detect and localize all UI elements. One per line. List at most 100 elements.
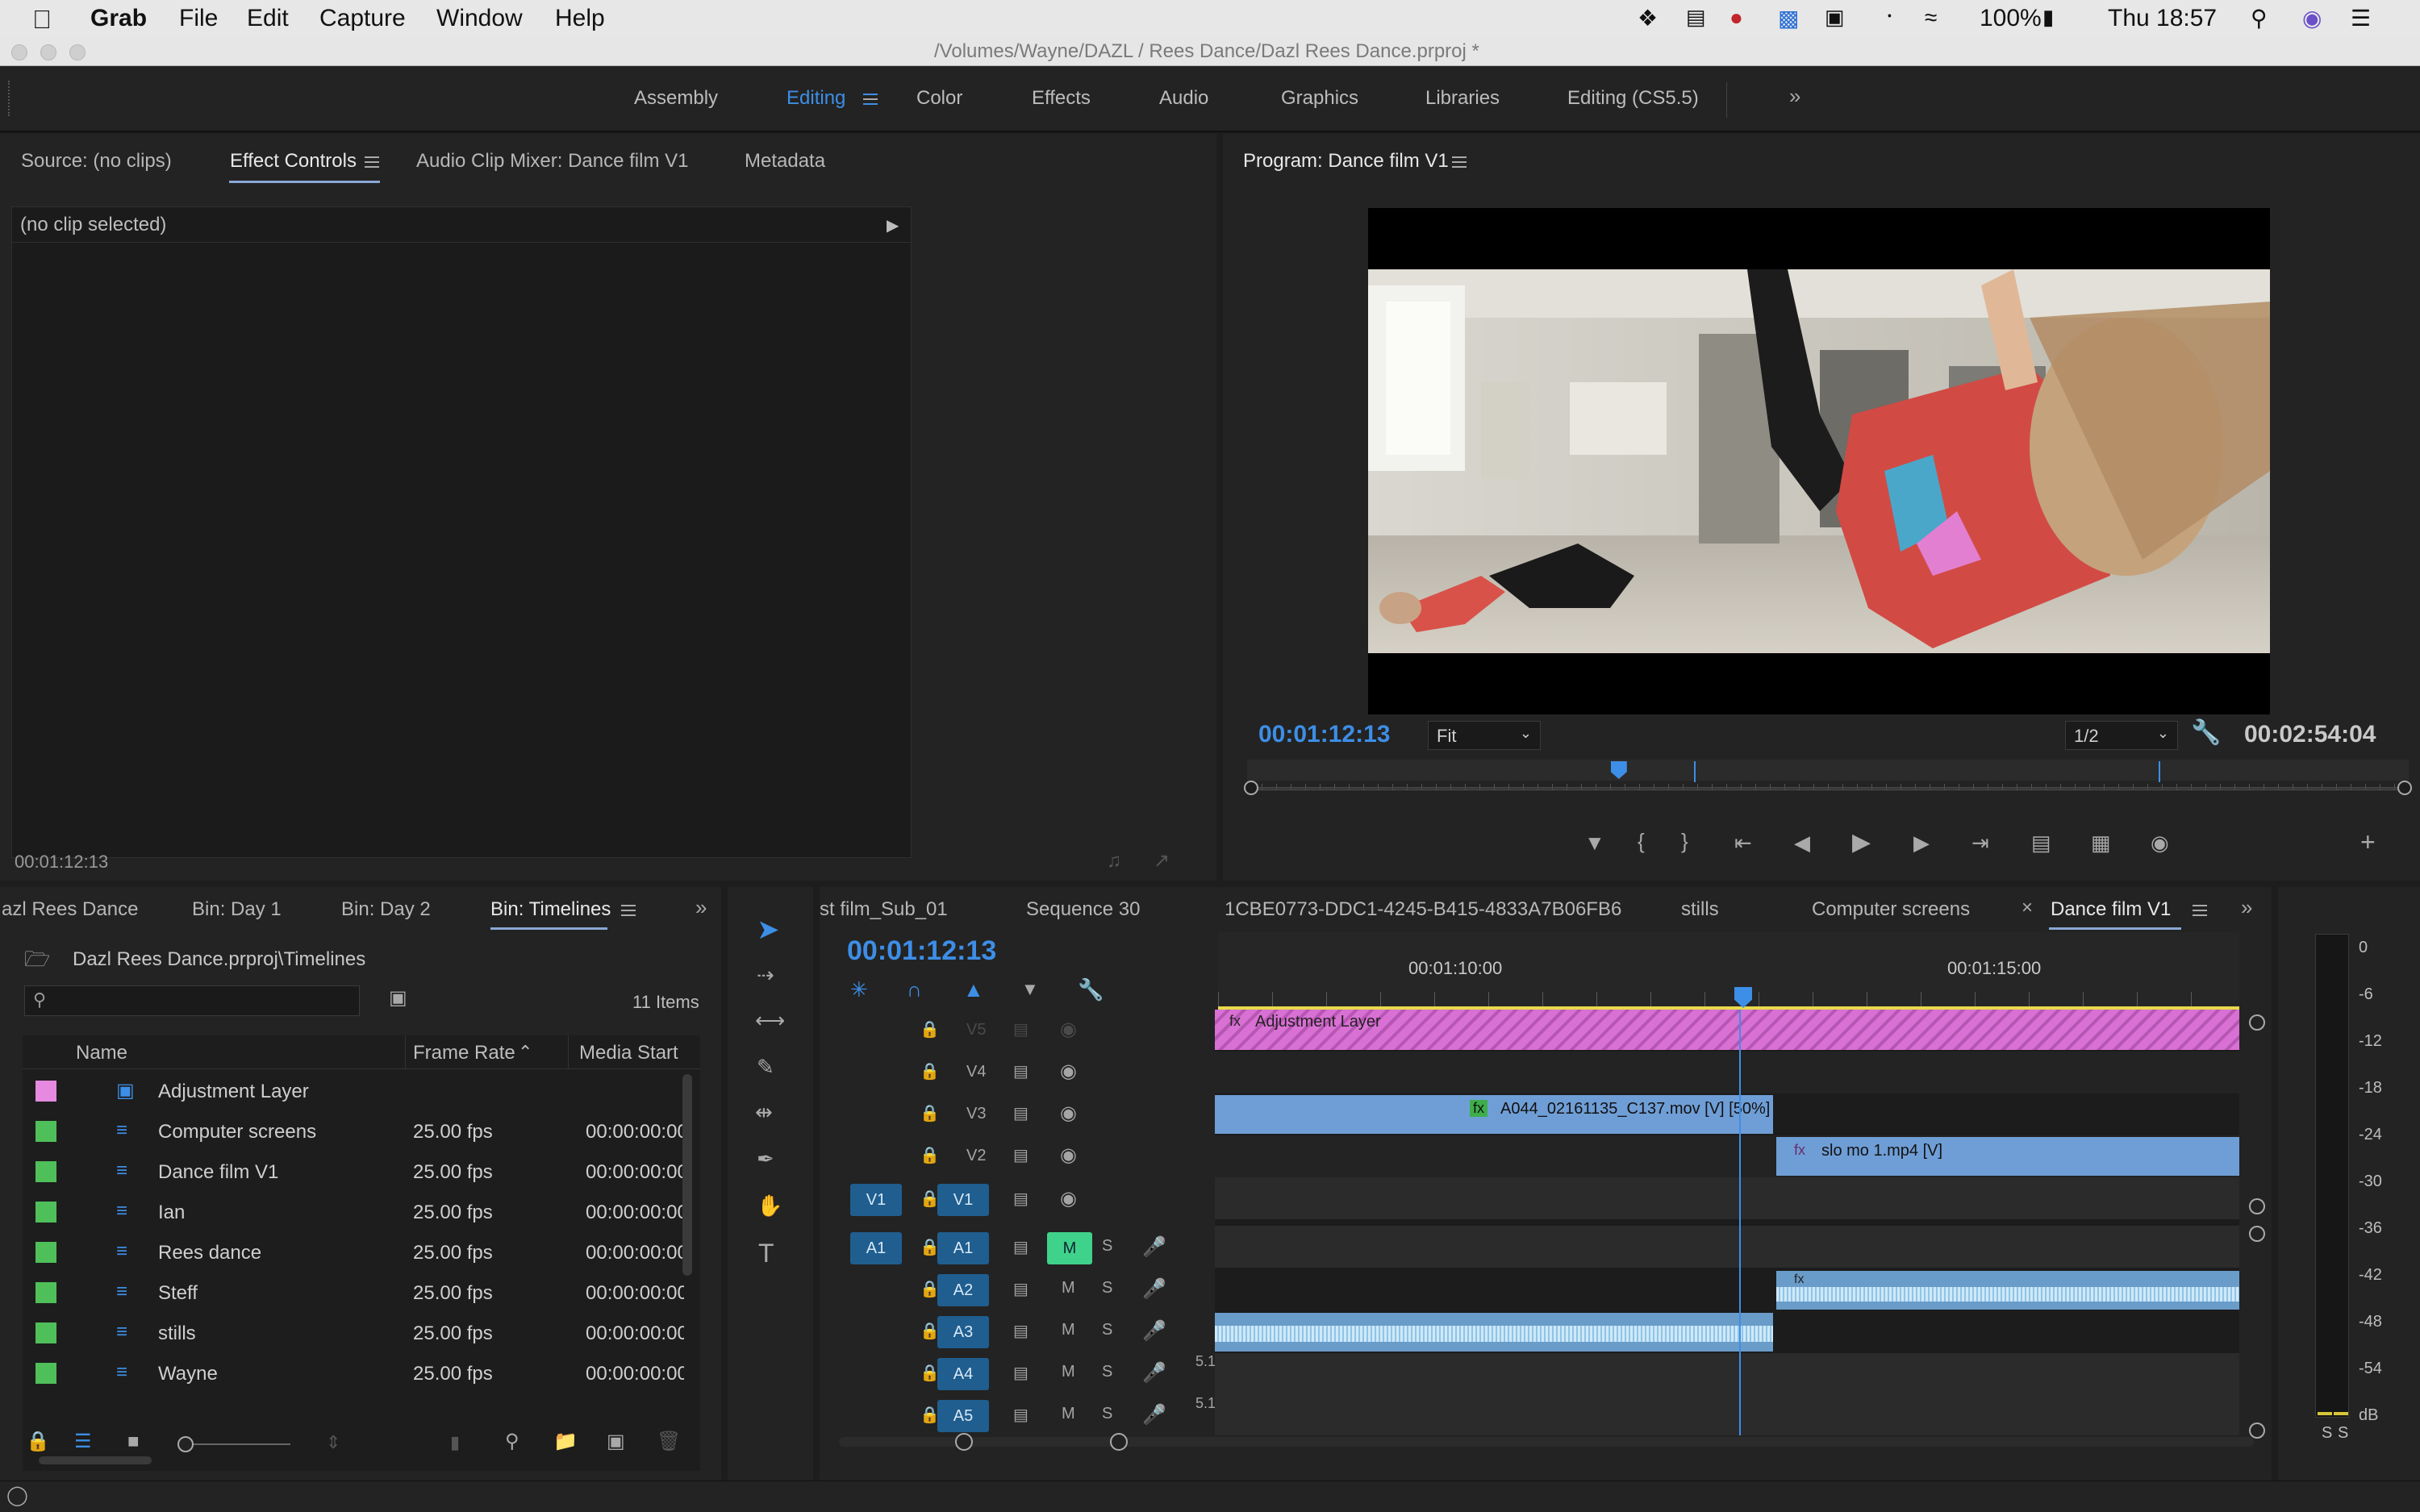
tab-sequence-sub01[interactable]: st film_Sub_01 (820, 898, 948, 921)
panel-grip[interactable] (8, 81, 11, 116)
lock-icon[interactable]: 🔒 (26, 1432, 50, 1452)
creative-cloud-icon[interactable]: ● (1729, 5, 1743, 31)
source-patch-a1[interactable]: A1 (850, 1232, 902, 1264)
solo-button[interactable]: S (1102, 1321, 1112, 1339)
sort-ascending-icon[interactable]: ⌃ (518, 1042, 532, 1063)
label-color-swatch[interactable] (35, 1363, 56, 1384)
clip-v2-slo-mo[interactable]: fx slo mo 1.mp4 [V] (1776, 1137, 2239, 1176)
mute-button[interactable]: M (1062, 1279, 1075, 1297)
track-lanes[interactable]: fx Adjustment Layer fx A044_02161135_C13… (1215, 1010, 2239, 1435)
selection-tool-icon[interactable]: ➤ (757, 916, 780, 943)
bin-list-item[interactable]: ≡ Ian 25.00 fps 00:00:00:00 (23, 1192, 684, 1232)
find-icon[interactable]: ⚲ (505, 1432, 519, 1452)
track-target-a1[interactable]: A1 (937, 1232, 989, 1264)
scroll-handle-right[interactable] (1110, 1433, 1128, 1451)
label-color-swatch[interactable] (35, 1202, 56, 1223)
bin-list-item[interactable]: ≡ Computer screens 25.00 fps 00:00:00:00 (23, 1111, 684, 1152)
new-item-icon[interactable]: ▣ (607, 1432, 625, 1452)
mark-in-icon[interactable]: { (1638, 831, 1645, 852)
sync-lock-icon[interactable]: ▤ (1013, 1019, 1028, 1039)
pen-tool-icon[interactable]: ✒ (757, 1148, 774, 1169)
program-monitor-title[interactable]: Program: Dance film V1 (1243, 150, 1449, 173)
scroll-handle-left[interactable] (955, 1433, 973, 1451)
thumbnail-zoom-slider[interactable] (177, 1436, 290, 1452)
navigate-up-folder-icon[interactable]: 🗁 (24, 948, 50, 969)
play-button[interactable]: ▶ (1852, 831, 1871, 855)
bin-list-item[interactable]: ≡ Rees dance 25.00 fps 00:00:00:00 (23, 1232, 684, 1272)
clip-adjustment-layer[interactable]: fx Adjustment Layer (1215, 1010, 2239, 1050)
button-editor-plus-icon[interactable]: + (2360, 829, 2376, 855)
clip-a2-audio[interactable]: fx (1776, 1271, 2239, 1310)
program-time-ruler[interactable] (1244, 760, 2412, 800)
bin-vertical-scrollbar[interactable] (682, 1074, 692, 1276)
sync-lock-icon[interactable]: ▤ (1013, 1321, 1028, 1341)
zoom-level-select[interactable]: Fit ⌄ (1428, 721, 1541, 750)
spotlight-search-icon[interactable]: ⚲ (2251, 5, 2268, 31)
timeline-playhead-line[interactable] (1739, 1010, 1741, 1435)
tab-sequence-guid[interactable]: 1CBE0773-DDC1-4245-B415-4833A7B06FB6 (1225, 898, 1621, 921)
hand-tool-icon[interactable]: ✋ (757, 1195, 782, 1216)
solo-button[interactable]: S (1102, 1279, 1112, 1297)
siri-icon[interactable]: ◉ (2302, 5, 2322, 31)
bluetooth-icon[interactable]: ᛫ (1883, 5, 1896, 31)
column-media-start[interactable]: Media Start (579, 1042, 678, 1064)
tab-audio-clip-mixer[interactable]: Audio Clip Mixer: Dance film V1 (416, 150, 688, 173)
extract-icon[interactable]: ▦ (2091, 832, 2111, 853)
timeline-ruler[interactable]: 00:01:10:00 00:01:15:00 (1218, 932, 2239, 1010)
playback-resolution-select[interactable]: 1/2 ⌄ (2065, 721, 2178, 750)
menu-file[interactable]: File (179, 5, 218, 32)
audio-scroll-handle[interactable] (2249, 1226, 2265, 1242)
insert-sequences-as-nests-icon[interactable]: ✳ (850, 979, 868, 1000)
zoom-slider-handle[interactable] (177, 1436, 194, 1452)
program-menu-icon[interactable] (1452, 155, 1467, 169)
ripple-edit-tool-icon[interactable]: ⟷ (755, 1010, 785, 1031)
column-frame-rate[interactable]: Frame Rate (413, 1042, 515, 1064)
timeline-menu-icon[interactable] (2193, 903, 2207, 918)
label-color-swatch[interactable] (35, 1081, 56, 1102)
snap-magnet-icon[interactable]: ∩ (907, 979, 922, 1000)
notification-center-icon[interactable]: ☰ (2351, 5, 2371, 31)
trash-icon[interactable]: 🗑 (657, 1432, 681, 1452)
microphone-icon[interactable]: 🎤 (1142, 1319, 1166, 1343)
bin-list-item[interactable]: ≡ stills 25.00 fps 00:00:00:00 (23, 1313, 684, 1353)
window-minimize-button[interactable] (40, 44, 56, 60)
bin-menu-icon[interactable] (621, 903, 636, 918)
video-scroll-handle[interactable] (2249, 1198, 2265, 1214)
workspace-menu-icon[interactable] (863, 92, 878, 106)
timeline-playhead-timecode[interactable]: 00:01:12:13 (847, 935, 996, 967)
slip-tool-icon[interactable]: ⇹ (755, 1102, 773, 1123)
track-target-a5[interactable]: A5 (937, 1400, 989, 1432)
menu-clock[interactable]: Thu 18:57 (2108, 5, 2217, 32)
audio-scroll-handle[interactable] (2249, 1422, 2265, 1439)
bin-list-item[interactable]: ≡ Dance film V1 25.00 fps 00:00:00:00 (23, 1152, 684, 1192)
label-color-swatch[interactable] (35, 1282, 56, 1303)
source-patch-v1[interactable]: V1 (850, 1184, 902, 1216)
tab-effect-controls[interactable]: Effect Controls (230, 150, 357, 173)
window-zoom-button[interactable] (69, 44, 86, 60)
tab-computer-screens[interactable]: Computer screens (1812, 898, 1970, 921)
screen-mirror-icon[interactable]: ▣ (1825, 5, 1845, 30)
workspace-effects[interactable]: Effects (1032, 87, 1091, 110)
mute-button[interactable]: M (1062, 1363, 1075, 1381)
step-forward-icon[interactable]: ▶ (1913, 832, 1930, 853)
eye-icon[interactable]: ◉ (1060, 1187, 1077, 1210)
mute-button[interactable]: M (1062, 1321, 1075, 1339)
export-frame-icon[interactable]: ↗ (1154, 852, 1170, 871)
workspace-audio[interactable]: Audio (1159, 87, 1208, 110)
audio-export-icon[interactable]: ♫ (1107, 852, 1121, 871)
lock-icon[interactable]: 🔒 (920, 1103, 940, 1123)
settings-wrench-icon[interactable]: 🔧 (2191, 721, 2221, 745)
sync-lock-icon[interactable]: ▤ (1013, 1103, 1028, 1123)
step-back-icon[interactable]: ◀ (1794, 832, 1810, 853)
apple-menu-icon[interactable]:  (32, 5, 52, 35)
sort-icons-icon[interactable]: ⇕ (326, 1434, 340, 1452)
workspace-assembly[interactable]: Assembly (634, 87, 718, 110)
wifi-icon[interactable]: ≈ (1925, 5, 1937, 31)
lock-icon[interactable]: 🔒 (920, 1061, 940, 1081)
sync-lock-icon[interactable]: ▤ (1013, 1279, 1028, 1299)
mute-button-active[interactable]: M (1047, 1232, 1092, 1264)
sync-lock-icon[interactable]: ▤ (1013, 1145, 1028, 1165)
list-view-icon[interactable]: ☰ (74, 1432, 92, 1452)
lock-icon[interactable]: 🔒 (920, 1019, 940, 1039)
solo-left-button[interactable]: S (2322, 1424, 2332, 1443)
